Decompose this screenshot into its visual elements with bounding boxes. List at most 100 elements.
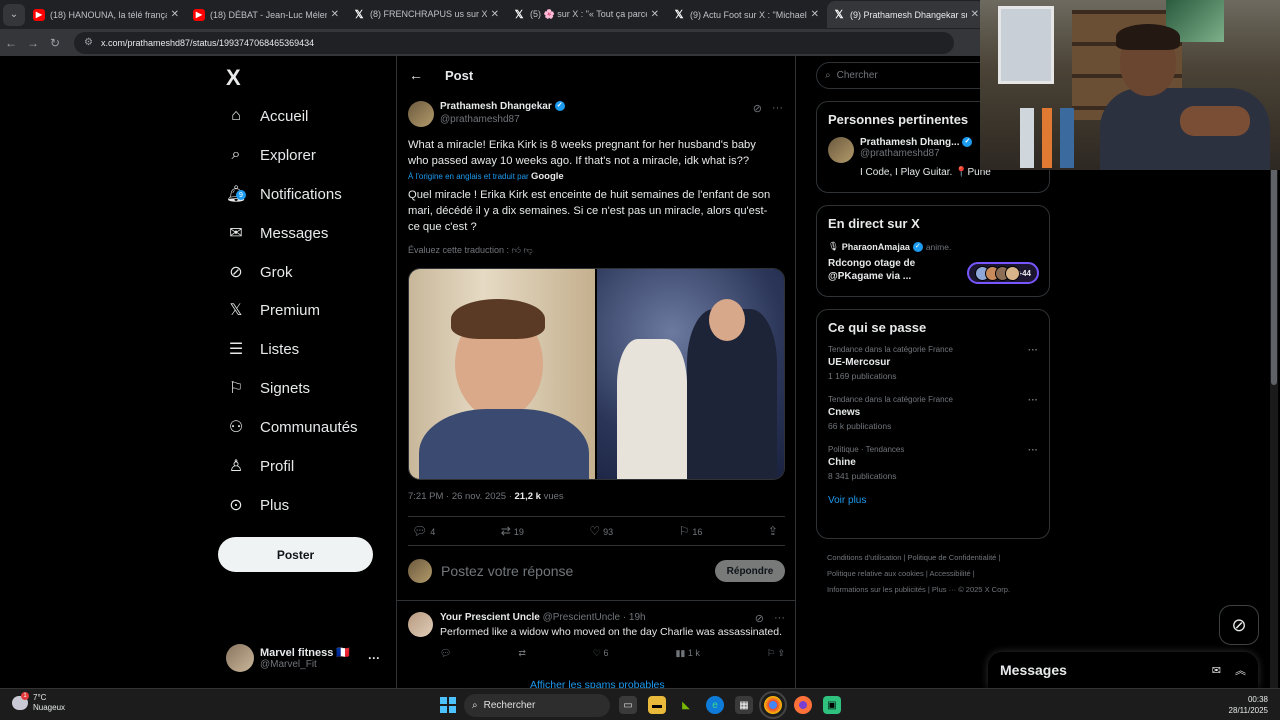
close-tab-icon[interactable]: ✕ xyxy=(811,9,819,20)
footer-link[interactable]: Politique relative aux cookies xyxy=(827,569,924,578)
media-image-2[interactable] xyxy=(596,269,784,479)
like-button[interactable]: ♡ 6 xyxy=(593,648,609,659)
sidebar-item-more[interactable]: ⊙ Plus xyxy=(226,486,289,524)
reply-input[interactable]: Postez votre réponse xyxy=(441,563,715,579)
post-media[interactable] xyxy=(408,268,785,480)
more-options-icon[interactable]: ··· xyxy=(1028,395,1038,406)
post-button[interactable]: Poster xyxy=(218,537,373,572)
avatar[interactable] xyxy=(408,101,434,127)
bookmark-icon[interactable]: ⚐ ⇪ xyxy=(767,648,785,659)
taskbar-search[interactable]: ⌕ Rechercher xyxy=(464,694,610,717)
sidebar-item-lists[interactable]: ☰ Listes xyxy=(226,330,299,368)
reply-age[interactable]: · 19h xyxy=(623,612,646,623)
more-options-icon[interactable]: ··· xyxy=(1028,345,1038,356)
edge-icon[interactable]: e xyxy=(706,696,724,714)
more-options-icon[interactable]: ··· xyxy=(774,612,785,625)
sidebar-item-notifications[interactable]: 🔔︎9Notifications xyxy=(226,175,342,213)
share-button[interactable]: ⇪ xyxy=(768,524,781,538)
sidebar-item-premium[interactable]: 𝕏 Premium xyxy=(226,291,320,329)
close-tab-icon[interactable]: ✕ xyxy=(491,9,499,20)
grok-floating-button[interactable]: ⊘ xyxy=(1219,605,1259,645)
views-button[interactable]: ▮▮ 1 k xyxy=(675,648,699,659)
app-icon[interactable]: ▣ xyxy=(823,696,841,714)
trend-item[interactable]: Tendance dans la catégorie France UE-Mer… xyxy=(828,345,1038,381)
weather-alert-badge: 1 xyxy=(21,692,29,700)
thumbs-up-icon[interactable]: 👍︎ xyxy=(512,245,521,255)
live-listeners-pill[interactable]: +44 xyxy=(967,262,1039,284)
x-logo-icon[interactable]: X xyxy=(226,65,241,91)
trend-item[interactable]: Politique · Tendances Chine 8 341 public… xyxy=(828,445,1038,481)
tab-search-button[interactable]: ⌄ xyxy=(3,3,25,26)
browser-tab[interactable]: ▶ (18) DÉBAT - Jean-Luc Mélench ✕ xyxy=(187,1,345,28)
repost-button[interactable]: ⇄ 19 xyxy=(501,524,524,538)
show-more-link[interactable]: Voir plus xyxy=(828,495,1038,506)
store-icon[interactable]: ▦ xyxy=(735,696,753,714)
avatar[interactable] xyxy=(828,137,854,163)
close-tab-icon[interactable]: ✕ xyxy=(171,9,179,20)
reply-author-name[interactable]: Your Prescient Uncle xyxy=(440,612,540,623)
sidebar-item-messages[interactable]: ✉ Messages xyxy=(226,214,328,252)
sidebar-item-grok[interactable]: ⊘ Grok xyxy=(226,253,292,291)
reply-icon[interactable]: 💬︎ xyxy=(440,648,451,659)
task-view-icon[interactable]: ▭ xyxy=(619,696,637,714)
close-tab-icon[interactable]: ✕ xyxy=(971,9,979,20)
like-button[interactable]: ♡ 93 xyxy=(589,524,613,538)
sidebar-item-profile[interactable]: ♙ Profil xyxy=(226,447,294,485)
footer-link[interactable]: Plus ··· xyxy=(932,585,956,594)
footer-link[interactable]: Informations sur les publicités xyxy=(827,585,926,594)
author-handle[interactable]: @prathameshd87 xyxy=(440,114,565,125)
show-spam-link[interactable]: Afficher les spams probables xyxy=(530,679,665,688)
sidebar-item-explore[interactable]: ⌕ Explorer xyxy=(226,136,316,174)
post-timestamp[interactable]: 7:21 PM · 26 nov. 2025 · xyxy=(408,491,512,502)
avatar[interactable] xyxy=(408,612,433,637)
reply-button[interactable]: 💬︎ 4 xyxy=(412,524,435,538)
nvidia-icon[interactable]: ◣ xyxy=(677,696,695,714)
repost-icon[interactable]: ⇄ xyxy=(518,648,526,659)
forward-arrow-icon[interactable]: → xyxy=(22,36,44,50)
chrome-icon[interactable] xyxy=(759,691,787,719)
browser-tab[interactable]: ▶ (18) HANOUNA, la télé français ✕ xyxy=(27,1,185,28)
browser-tab[interactable]: 𝕏 (8) FRENCHRAPUS us sur X : " 🎩 ✕ xyxy=(347,1,505,28)
trend-item[interactable]: Tendance dans la catégorie France Cnews … xyxy=(828,395,1038,431)
grok-icon[interactable]: ⊘ xyxy=(755,612,764,625)
live-card[interactable]: En direct sur X 🎙︎ PharaonAmajaa ✓ anime. R… xyxy=(816,205,1050,297)
browser-tab-active[interactable]: 𝕏 (9) Prathamesh Dhangekar sur ✕ xyxy=(827,1,985,28)
back-arrow-icon[interactable]: ← xyxy=(409,67,423,83)
author-name[interactable]: Prathamesh Dhangekar xyxy=(440,101,552,112)
weather-widget[interactable]: 1 7°C Nuageux xyxy=(12,692,65,713)
bookmark-button[interactable]: ⚐ 16 xyxy=(679,524,703,538)
footer-link[interactable]: Politique de Confidentialité xyxy=(908,553,997,562)
firefox-icon[interactable] xyxy=(794,696,812,714)
new-message-icon[interactable]: ✉ xyxy=(1212,664,1221,677)
more-options-icon[interactable]: ··· xyxy=(772,102,783,115)
more-options-icon[interactable]: ··· xyxy=(368,651,380,665)
footer-link[interactable]: Conditions d'utilisation xyxy=(827,553,901,562)
close-tab-icon[interactable]: ✕ xyxy=(651,9,659,20)
messages-drawer[interactable]: Messages ✉ ︽ xyxy=(988,652,1258,688)
windows-start-icon[interactable] xyxy=(440,697,456,713)
taskbar-clock[interactable]: 00:38 28/11/2025 xyxy=(1229,694,1268,716)
reload-icon[interactable]: ↻ xyxy=(44,36,66,50)
thumbs-down-icon[interactable]: 👎︎ xyxy=(524,245,533,255)
reply-actions: 💬︎ ⇄ ♡ 6 ▮▮ 1 k ⚐ ⇪ xyxy=(440,648,785,659)
media-image-1[interactable] xyxy=(409,269,597,479)
reply-author-handle[interactable]: @PrescientUncle xyxy=(543,612,620,623)
sidebar-item-communities[interactable]: ⚇ Communautés xyxy=(226,408,358,446)
browser-tab[interactable]: 𝕏 (5) 🌸 sur X : "« Tout ça parce q ✕ xyxy=(507,1,665,28)
sidebar-item-bookmarks[interactable]: ⚐ Signets xyxy=(226,369,310,407)
sidebar-item-home[interactable]: ⌂ Accueil xyxy=(226,97,308,135)
footer-link[interactable]: Accessibilité xyxy=(929,569,970,578)
expand-up-icon[interactable]: ︽ xyxy=(1235,662,1246,678)
more-options-icon[interactable]: ··· xyxy=(1028,445,1038,456)
reply-submit-button[interactable]: Répondre xyxy=(715,560,785,582)
back-arrow-icon[interactable]: ← xyxy=(0,36,22,50)
close-tab-icon[interactable]: ✕ xyxy=(331,9,339,20)
site-info-icon[interactable]: ⚙ xyxy=(84,37,93,48)
post-author[interactable]: Prathamesh Dhangekar ✓ @prathameshd87 xyxy=(408,101,565,127)
photo-hair xyxy=(451,299,545,339)
browser-tab[interactable]: 𝕏 (9) Actu Foot sur X : "Michael O ✕ xyxy=(667,1,825,28)
url-field[interactable]: ⚙ x.com/prathameshd87/status/19937470684… xyxy=(74,31,954,54)
grok-icon[interactable]: ⊘ xyxy=(753,102,762,115)
account-switcher[interactable]: Marvel fitness 🇫🇷 @Marvel_Fit ··· xyxy=(226,644,380,672)
file-explorer-icon[interactable]: ▬ xyxy=(648,696,666,714)
